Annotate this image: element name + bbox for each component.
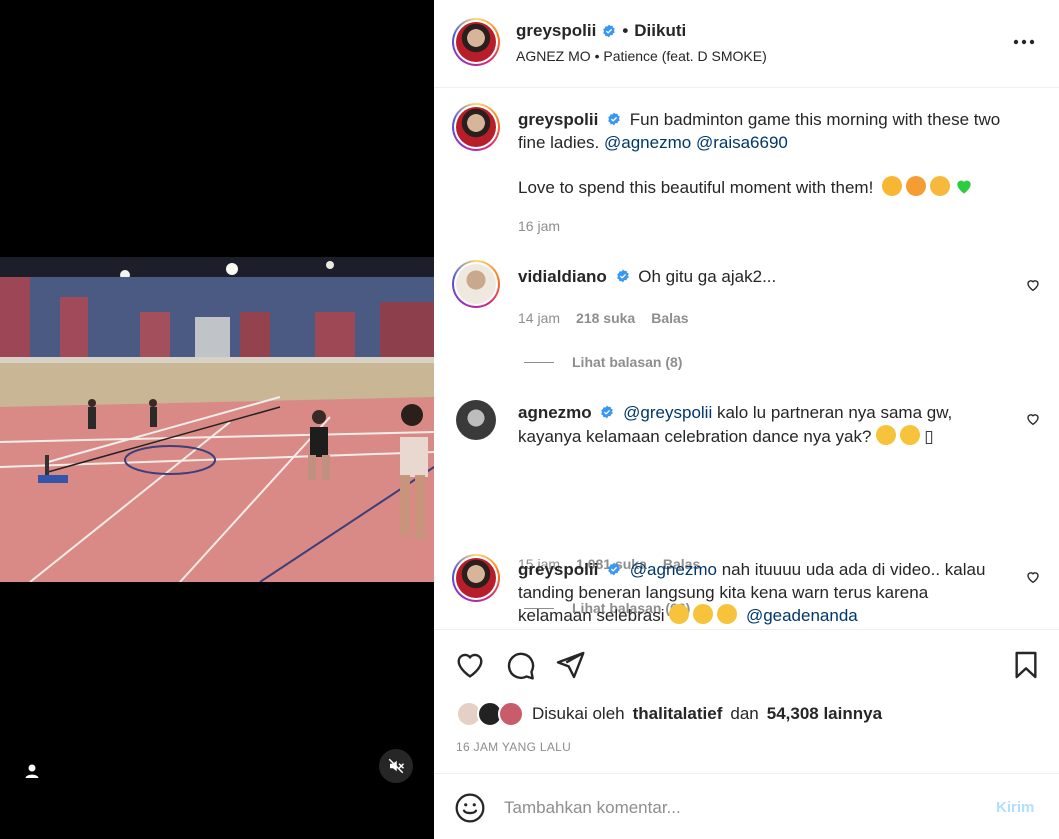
caption-time: 16 jam bbox=[518, 218, 561, 234]
heart-eyes-icon bbox=[906, 176, 927, 196]
caption-text: greyspolii Fun badminton game this morni… bbox=[518, 109, 1005, 200]
more-options-icon[interactable] bbox=[1009, 30, 1039, 54]
verified-badge-icon bbox=[608, 562, 620, 576]
laughing-tears-icon bbox=[876, 424, 897, 445]
missing-glyph: ▯ bbox=[924, 426, 934, 446]
audio-artist[interactable]: AGNEZ MO bbox=[516, 48, 591, 64]
comment-username[interactable]: agnezmo bbox=[518, 403, 592, 422]
post-details-panel: greyspolii • Diikuti AGNEZ MO • Patience… bbox=[434, 0, 1059, 839]
view-replies-label: Lihat balasan (8) bbox=[572, 354, 683, 370]
comment-body: Oh gitu ga ajak2... bbox=[638, 267, 777, 286]
verified-badge-icon bbox=[608, 112, 620, 126]
liker-avatars bbox=[456, 701, 524, 727]
author-avatar[interactable] bbox=[452, 18, 500, 66]
laughing-tears-icon bbox=[693, 604, 714, 624]
liker-username[interactable]: thalitalatief bbox=[633, 704, 723, 724]
caption-username[interactable]: greyspolii bbox=[518, 110, 598, 129]
replies-divider bbox=[524, 361, 554, 363]
commenter-avatar[interactable] bbox=[452, 260, 500, 308]
comment-text: agnezmo @greyspolii kalo lu partneran ny… bbox=[518, 402, 1005, 448]
post-media[interactable] bbox=[0, 0, 434, 839]
laughing-tears-icon bbox=[900, 424, 921, 445]
post-timestamp[interactable]: 16 JAM YANG LALU bbox=[456, 740, 571, 754]
audio-title[interactable]: Patience (feat. D SMOKE) bbox=[603, 48, 766, 64]
verified-badge-icon bbox=[616, 269, 629, 283]
view-replies-button[interactable]: Lihat balasan (8) bbox=[524, 354, 682, 370]
smiling-face-with-hearts-icon bbox=[882, 176, 903, 196]
commenter-avatar[interactable] bbox=[452, 554, 500, 602]
heart-icon[interactable] bbox=[1025, 569, 1041, 585]
comment-input[interactable] bbox=[504, 794, 974, 822]
caption-avatar[interactable] bbox=[452, 103, 500, 151]
post-comment-button[interactable]: Kirim bbox=[996, 799, 1034, 816]
caption-mention-agnezmo[interactable]: @agnezmo bbox=[604, 133, 691, 152]
comment-username[interactable]: vidialdiano bbox=[518, 267, 607, 286]
face-blowing-kiss-icon bbox=[930, 176, 951, 196]
audio-info[interactable]: AGNEZ MO • Patience (feat. D SMOKE) bbox=[516, 48, 767, 64]
author-username[interactable]: greyspolii bbox=[516, 21, 596, 41]
liker-avatar bbox=[498, 701, 524, 727]
post-header: greyspolii • Diikuti AGNEZ MO • Patience… bbox=[434, 0, 1059, 88]
verified-badge-icon bbox=[601, 405, 614, 419]
header-separator: • bbox=[622, 21, 629, 40]
comment-username[interactable]: greyspolii bbox=[518, 560, 598, 579]
heart-icon[interactable] bbox=[1025, 411, 1041, 427]
comment-mention[interactable]: @greyspolii bbox=[623, 403, 712, 422]
badminton-video[interactable] bbox=[0, 257, 434, 582]
heart-icon[interactable] bbox=[1025, 277, 1041, 293]
comment-text: greyspolii @agnezmo nah ituuuu uda ada d… bbox=[518, 559, 1005, 628]
comment-likes[interactable]: 218 suka bbox=[576, 310, 635, 326]
likes-prefix: Disukai oleh bbox=[532, 704, 625, 723]
likes-others[interactable]: 54,308 lainnya bbox=[767, 704, 882, 724]
emoji-icon[interactable] bbox=[454, 792, 486, 824]
comment-time: 14 jam bbox=[518, 310, 561, 326]
caption-mention-raisa[interactable]: @raisa6690 bbox=[696, 133, 788, 152]
heart-icon[interactable] bbox=[454, 649, 486, 681]
likes-conjunction: dan bbox=[730, 704, 759, 723]
comment-icon[interactable] bbox=[504, 649, 536, 681]
caption-meta: 16 jam bbox=[518, 218, 560, 234]
add-comment-bar: Kirim bbox=[434, 773, 1059, 839]
author-header: greyspolii • Diikuti bbox=[516, 21, 686, 41]
caption-line-2: Love to spend this beautiful moment with… bbox=[518, 178, 874, 197]
commenter-avatar[interactable] bbox=[456, 400, 496, 440]
likes-summary[interactable]: Disukai oleh thalitalatief dan 54,308 la… bbox=[456, 701, 882, 727]
post-actions: Disukai oleh thalitalatief dan 54,308 la… bbox=[434, 629, 1059, 773]
laughing-tears-icon bbox=[669, 604, 690, 624]
reply-button[interactable]: Balas bbox=[651, 310, 688, 326]
comment-text: vidialdiano Oh gitu ga ajak2... bbox=[518, 266, 1005, 289]
share-icon[interactable] bbox=[554, 649, 586, 681]
comments-list[interactable]: greyspolii Fun badminton game this morni… bbox=[434, 89, 1059, 629]
verified-badge-icon bbox=[603, 24, 616, 38]
follow-status[interactable]: Diikuti bbox=[634, 21, 686, 41]
green-heart-icon bbox=[954, 176, 974, 196]
muted-audio-icon[interactable] bbox=[379, 749, 413, 783]
user-tag-icon[interactable] bbox=[20, 759, 44, 783]
bookmark-icon[interactable] bbox=[1010, 649, 1042, 681]
video-still bbox=[0, 257, 434, 582]
comment-meta: 14 jam 218 suka Balas bbox=[518, 310, 689, 326]
comment-mention-end[interactable]: @geadenanda bbox=[746, 606, 858, 625]
comment-mention[interactable]: @agnezmo bbox=[630, 560, 717, 579]
audio-separator: • bbox=[594, 48, 600, 64]
laughing-tears-icon bbox=[717, 604, 738, 624]
